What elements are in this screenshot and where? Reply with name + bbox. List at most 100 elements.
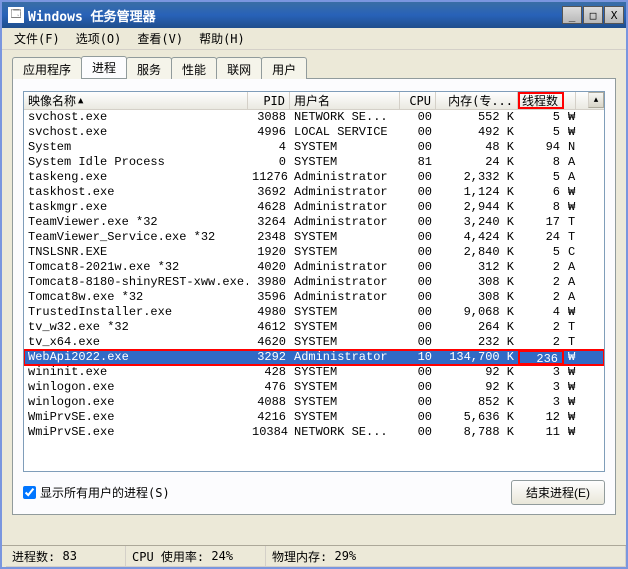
process-row[interactable]: WebApi2022.exe3292Administrator10134,700…	[24, 350, 604, 365]
tab-applications[interactable]: 应用程序	[12, 57, 82, 79]
process-row[interactable]: WmiPrvSE.exe10384NETWORK SE...008,788 K1…	[24, 425, 604, 440]
cell-threads: 5	[518, 110, 564, 125]
cell-name: System	[24, 140, 248, 155]
cell-extra: ₩	[564, 305, 576, 320]
col-memory[interactable]: 内存(专...	[436, 92, 518, 109]
scroll-up-icon[interactable]: ▴	[588, 92, 604, 108]
menu-options[interactable]: 选项(O)	[68, 28, 130, 49]
process-row[interactable]: System4SYSTEM0048 K94N	[24, 140, 604, 155]
cell-pid: 4088	[248, 395, 290, 410]
col-pid[interactable]: PID	[248, 92, 290, 109]
cell-pid: 3596	[248, 290, 290, 305]
process-listview[interactable]: 映像名称 ▲ PID 用户名 CPU 内存(专... 线程数 ▴ svchost…	[23, 91, 605, 472]
cell-cpu: 00	[400, 290, 436, 305]
cell-threads: 6	[518, 185, 564, 200]
cell-mem: 92 K	[436, 365, 518, 380]
process-row[interactable]: TrustedInstaller.exe4980SYSTEM009,068 K4…	[24, 305, 604, 320]
cell-user: Administrator	[290, 170, 400, 185]
cell-pid: 11276	[248, 170, 290, 185]
cell-name: WmiPrvSE.exe	[24, 425, 248, 440]
cell-threads: 11	[518, 425, 564, 440]
process-row[interactable]: taskmgr.exe4628Administrator002,944 K8₩	[24, 200, 604, 215]
process-row[interactable]: Tomcat8-8180-shinyREST-xww.exe...3980Adm…	[24, 275, 604, 290]
cell-cpu: 10	[400, 350, 436, 365]
process-row[interactable]: Tomcat8w.exe *323596Administrator00308 K…	[24, 290, 604, 305]
cell-extra: T	[564, 320, 576, 335]
cell-user: SYSTEM	[290, 155, 400, 170]
cell-mem: 9,068 K	[436, 305, 518, 320]
cell-user: SYSTEM	[290, 230, 400, 245]
cell-name: taskhost.exe	[24, 185, 248, 200]
process-row[interactable]: svchost.exe4996LOCAL SERVICE00492 K5₩	[24, 125, 604, 140]
close-button[interactable]: X	[604, 6, 624, 24]
client-area: 应用程序 进程 服务 性能 联网 用户 映像名称 ▲ PID 用户名 CPU 内…	[2, 50, 626, 545]
cell-name: taskmgr.exe	[24, 200, 248, 215]
cell-pid: 4980	[248, 305, 290, 320]
cell-cpu: 00	[400, 425, 436, 440]
cell-cpu: 00	[400, 200, 436, 215]
menu-help[interactable]: 帮助(H)	[191, 28, 253, 49]
process-row[interactable]: wininit.exe428SYSTEM0092 K3₩	[24, 365, 604, 380]
cell-pid: 4612	[248, 320, 290, 335]
cell-threads: 2	[518, 335, 564, 350]
cell-name: System Idle Process	[24, 155, 248, 170]
process-row[interactable]: WmiPrvSE.exe4216SYSTEM005,636 K12₩	[24, 410, 604, 425]
col-threads[interactable]: 线程数	[518, 92, 564, 109]
process-row[interactable]: winlogon.exe476SYSTEM0092 K3₩	[24, 380, 604, 395]
col-username[interactable]: 用户名	[290, 92, 400, 109]
cell-mem: 8,788 K	[436, 425, 518, 440]
process-row[interactable]: TeamViewer.exe *323264Administrator003,2…	[24, 215, 604, 230]
tab-processes[interactable]: 进程	[81, 56, 127, 78]
process-row[interactable]: TeamViewer_Service.exe *322348SYSTEM004,…	[24, 230, 604, 245]
cell-name: WebApi2022.exe	[24, 350, 248, 365]
cell-name: winlogon.exe	[24, 380, 248, 395]
col-cpu[interactable]: CPU	[400, 92, 436, 109]
cell-user: SYSTEM	[290, 365, 400, 380]
col-image-name[interactable]: 映像名称 ▲	[24, 92, 248, 109]
cell-name: svchost.exe	[24, 125, 248, 140]
end-process-button[interactable]: 结束进程(E)	[511, 480, 605, 505]
process-row[interactable]: TNSLSNR.EXE1920SYSTEM002,840 K5C	[24, 245, 604, 260]
cell-extra: ₩	[564, 380, 576, 395]
process-row[interactable]: taskeng.exe11276Administrator002,332 K5A	[24, 170, 604, 185]
cell-user: SYSTEM	[290, 410, 400, 425]
cell-user: Administrator	[290, 350, 400, 365]
menu-file[interactable]: 文件(F)	[6, 28, 68, 49]
maximize-button[interactable]: □	[583, 6, 603, 24]
cell-pid: 4020	[248, 260, 290, 275]
column-headers: 映像名称 ▲ PID 用户名 CPU 内存(专... 线程数 ▴	[24, 92, 604, 110]
process-row[interactable]: System Idle Process0SYSTEM8124 K8A	[24, 155, 604, 170]
cell-mem: 2,332 K	[436, 170, 518, 185]
show-all-users-input[interactable]	[23, 486, 36, 499]
process-row[interactable]: tv_x64.exe4620SYSTEM00232 K2T	[24, 335, 604, 350]
cell-name: TeamViewer.exe *32	[24, 215, 248, 230]
process-row[interactable]: svchost.exe3088NETWORK SE...00552 K5₩	[24, 110, 604, 125]
cell-threads: 3	[518, 365, 564, 380]
col-extra[interactable]	[564, 92, 576, 109]
process-row[interactable]: Tomcat8-2021w.exe *324020Administrator00…	[24, 260, 604, 275]
show-all-users-checkbox[interactable]: 显示所有用户的进程(S)	[23, 484, 170, 501]
cell-mem: 308 K	[436, 290, 518, 305]
process-row[interactable]: winlogon.exe4088SYSTEM00852 K3₩	[24, 395, 604, 410]
process-rows: svchost.exe3088NETWORK SE...00552 K5₩svc…	[24, 110, 604, 471]
cell-user: Administrator	[290, 185, 400, 200]
menu-view[interactable]: 查看(V)	[129, 28, 191, 49]
tab-networking[interactable]: 联网	[216, 57, 262, 79]
cell-extra: ₩	[564, 395, 576, 410]
process-row[interactable]: tv_w32.exe *324612SYSTEM00264 K2T	[24, 320, 604, 335]
tab-services[interactable]: 服务	[126, 57, 172, 79]
cell-cpu: 00	[400, 185, 436, 200]
tab-performance[interactable]: 性能	[171, 57, 217, 79]
cell-cpu: 00	[400, 395, 436, 410]
tab-users[interactable]: 用户	[261, 57, 307, 79]
cell-mem: 852 K	[436, 395, 518, 410]
minimize-button[interactable]: _	[562, 6, 582, 24]
cell-cpu: 00	[400, 380, 436, 395]
cell-extra: A	[564, 290, 576, 305]
titlebar[interactable]: 🗔 Windows 任务管理器 _ □ X	[2, 2, 626, 28]
cell-cpu: 00	[400, 230, 436, 245]
cell-user: SYSTEM	[290, 380, 400, 395]
cell-extra: ₩	[564, 410, 576, 425]
cell-mem: 492 K	[436, 125, 518, 140]
process-row[interactable]: taskhost.exe3692Administrator001,124 K6₩	[24, 185, 604, 200]
